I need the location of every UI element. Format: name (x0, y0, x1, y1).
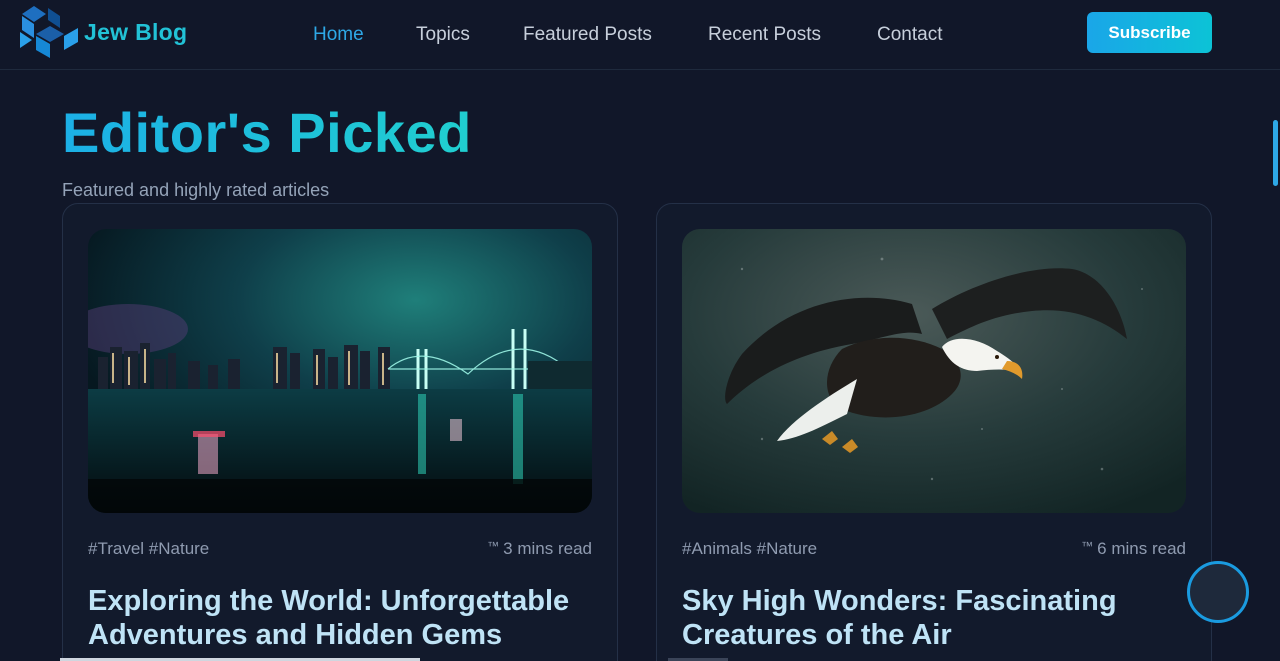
read-time-label: 3 mins read (503, 539, 592, 558)
article-card[interactable]: #Travel #Nature ™ 3 mins read Exploring t… (62, 203, 618, 661)
section-subtitle: Featured and highly rated articles (62, 180, 330, 200)
article-image-night-city[interactable] (88, 229, 592, 513)
scrollbar-thumb[interactable] (1273, 120, 1278, 186)
scroll-to-top-button[interactable] (1187, 561, 1249, 623)
article-title[interactable]: Sky High Wonders: Fascinating Creatures … (682, 584, 1192, 652)
article-card[interactable]: #Animals #Nature ™ 6 mins read Sky High W… (656, 203, 1212, 661)
nav-recent-posts[interactable]: Recent Posts (708, 24, 821, 46)
nav-featured-posts[interactable]: Featured Posts (523, 24, 652, 46)
nav-home[interactable]: Home (313, 24, 364, 46)
trademark-icon: ™ (1081, 539, 1094, 553)
site-header: Jew Blog Home Topics Featured Posts Rece… (0, 0, 1280, 70)
subscribe-button[interactable]: Subscribe (1087, 12, 1212, 53)
section-title: Editor's Picked (62, 101, 472, 164)
read-time: ™ 3 mins read (487, 539, 592, 559)
article-tags[interactable]: #Animals #Nature (682, 539, 817, 559)
read-time-label: 6 mins read (1097, 539, 1186, 558)
page: Jew Blog Home Topics Featured Posts Rece… (0, 0, 1280, 661)
article-tags[interactable]: #Travel #Nature (88, 539, 209, 559)
nav-contact[interactable]: Contact (877, 24, 942, 46)
article-title[interactable]: Exploring the World: Unforgettable Adven… (88, 584, 598, 652)
read-time: ™ 6 mins read (1081, 539, 1186, 559)
trademark-icon: ™ (487, 539, 500, 553)
article-image-eagle[interactable] (682, 229, 1186, 513)
nav-topics[interactable]: Topics (416, 24, 470, 46)
